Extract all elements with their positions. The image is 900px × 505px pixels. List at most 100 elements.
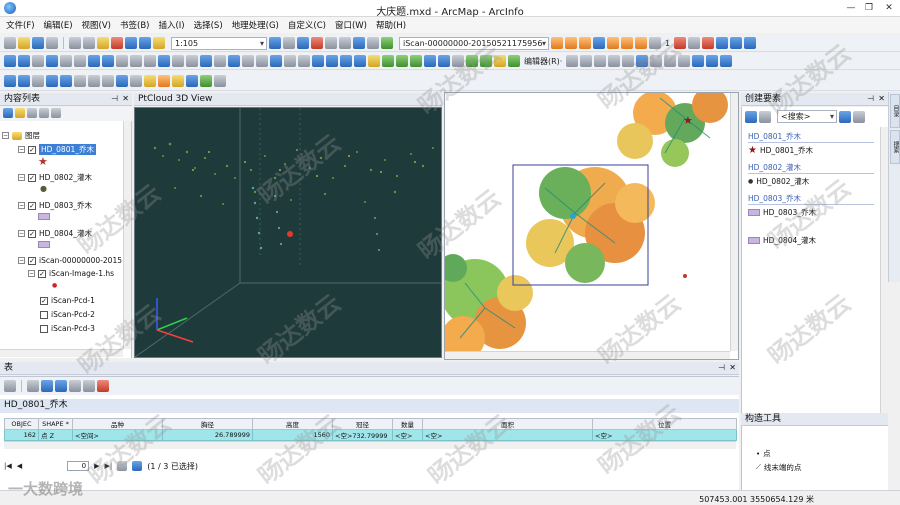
layer-checkbox[interactable]: ✓: [28, 173, 36, 182]
table-horizontal-scrollbar[interactable]: [4, 441, 736, 449]
cut-icon[interactable]: [69, 37, 81, 49]
find-icon[interactable]: [214, 55, 226, 67]
find-route-icon[interactable]: [228, 55, 240, 67]
layer-checkbox[interactable]: [40, 310, 48, 319]
fixed-zoom-in-icon[interactable]: [60, 55, 72, 67]
column-header[interactable]: 品种: [72, 418, 163, 430]
table-grid-icon[interactable]: [102, 74, 114, 87]
layer-swipe-icon[interactable]: [424, 55, 436, 67]
collapse-icon[interactable]: −: [18, 230, 25, 237]
layer-name[interactable]: HD_0802_灌木: [39, 172, 92, 183]
show-all-records-icon[interactable]: [117, 461, 128, 471]
tree-icon[interactable]: [480, 55, 492, 67]
layer-visibility-icon[interactable]: [284, 55, 296, 67]
last-record-button[interactable]: ▶|: [105, 462, 113, 470]
open-folder-icon[interactable]: [18, 37, 30, 49]
rotate-icon[interactable]: [452, 55, 464, 67]
map-display[interactable]: ★: [444, 92, 739, 360]
delete-icon[interactable]: [111, 37, 123, 49]
pin-icon[interactable]: ⊣: [718, 362, 725, 374]
toc-layer-row[interactable]: − ✓ HD_0802_灌木: [18, 172, 92, 183]
ellipse-icon[interactable]: [508, 55, 520, 67]
toc-root[interactable]: − 图层: [2, 130, 40, 141]
reshape-icon[interactable]: [636, 55, 649, 67]
search-tab[interactable]: 搜索: [890, 130, 900, 164]
table-row[interactable]: 162 点 Z <空间> 26.789999 1560 <空>732.79999…: [4, 429, 737, 441]
menu-help[interactable]: 帮助(H): [376, 19, 406, 31]
trace-icon[interactable]: [622, 55, 635, 67]
previous-record-button[interactable]: ◀: [17, 462, 22, 470]
toc-layer-row[interactable]: − ✓ HD_0804_灌木: [18, 228, 92, 239]
layer-name[interactable]: HD_0804_灌木: [39, 228, 92, 239]
add-point-icon[interactable]: [326, 55, 338, 67]
add-polyline-icon[interactable]: [340, 55, 352, 67]
close-icon[interactable]: ✕: [878, 93, 885, 105]
close-icon[interactable]: ✕: [729, 362, 736, 374]
collapse-icon[interactable]: −: [2, 132, 9, 139]
globe-view-icon[interactable]: [438, 55, 450, 67]
table-cell[interactable]: 点 Z: [38, 429, 73, 441]
collapse-icon[interactable]: −: [18, 202, 25, 209]
toc-layer-row[interactable]: − ✓ iScan-00000000-2015: [18, 256, 122, 265]
toc-layer-row[interactable]: ✓ iScan-Pcd-1: [40, 296, 95, 305]
feature-template[interactable]: HD_0803_乔木: [748, 207, 816, 218]
select-features-icon[interactable]: [116, 55, 128, 67]
toc-horizontal-scrollbar[interactable]: [0, 349, 123, 357]
identify-icon[interactable]: [158, 55, 170, 67]
layer-name[interactable]: iScan-Image-1.hs: [49, 269, 114, 278]
tiles-icon[interactable]: [116, 74, 128, 87]
organize-templates-icon[interactable]: [745, 110, 757, 123]
grid-icon[interactable]: [32, 74, 44, 87]
first-record-button[interactable]: |◀: [4, 462, 12, 470]
last-frame-icon[interactable]: [635, 37, 647, 49]
step-forward-icon[interactable]: [593, 37, 605, 49]
folder-add-icon[interactable]: [172, 74, 184, 87]
scan-selector-combo[interactable]: iScan-00000000-20150521175956: [399, 36, 549, 50]
zoom-in-icon[interactable]: [4, 55, 16, 67]
next-frame-icon[interactable]: [621, 37, 633, 49]
python-window-icon[interactable]: [339, 37, 351, 49]
template-options-icon[interactable]: [853, 110, 865, 123]
templates-scrollbar[interactable]: [880, 127, 888, 415]
layer-name[interactable]: HD_0803_乔木: [39, 200, 92, 211]
related-tables-icon[interactable]: [27, 380, 39, 392]
zoom-out-icon[interactable]: [18, 55, 30, 67]
list-by-source-icon[interactable]: [15, 108, 25, 118]
redo-icon[interactable]: [139, 37, 151, 49]
lock-icon[interactable]: [494, 55, 506, 67]
tile-icon[interactable]: [74, 74, 86, 87]
next-record-button[interactable]: ▶: [94, 462, 99, 470]
light-icon[interactable]: [688, 37, 701, 49]
layer-name[interactable]: iScan-Pcd-3: [51, 324, 95, 333]
table-cell[interactable]: 162: [4, 429, 39, 441]
straight-segment-icon[interactable]: [594, 55, 607, 67]
create-viewer-icon[interactable]: [270, 55, 282, 67]
print-icon[interactable]: [46, 37, 58, 49]
attributes-icon[interactable]: [368, 55, 380, 67]
table-cell[interactable]: <空>732.79999: [332, 429, 393, 441]
ptcloud-3d-view[interactable]: [134, 107, 442, 358]
previous-frame-icon[interactable]: [565, 37, 577, 49]
multi-view-icon[interactable]: [88, 74, 100, 87]
column-header[interactable]: 位置: [592, 418, 737, 430]
point-cloud-classify-icon[interactable]: [382, 55, 394, 67]
profile-icon[interactable]: [46, 74, 58, 87]
column-header[interactable]: 冠径: [332, 418, 393, 430]
help-icon[interactable]: [716, 37, 729, 49]
search-window-icon[interactable]: [311, 37, 323, 49]
tree-detect-icon[interactable]: [410, 55, 422, 67]
menu-selection[interactable]: 选择(S): [194, 19, 223, 31]
table-cell[interactable]: <空>: [422, 429, 593, 441]
collapse-icon[interactable]: −: [18, 146, 25, 153]
toc-layer-row[interactable]: iScan-Pcd-3: [40, 324, 95, 333]
point-cloud-tools-icon[interactable]: [381, 37, 393, 49]
menu-windows[interactable]: 窗口(W): [335, 19, 367, 31]
layer-tools-icon[interactable]: [367, 37, 379, 49]
first-frame-icon[interactable]: [551, 37, 563, 49]
step-back-icon[interactable]: [579, 37, 591, 49]
layer-name[interactable]: iScan-00000000-2015: [39, 256, 122, 265]
select-elements-icon[interactable]: [144, 55, 156, 67]
map-vertical-scrollbar[interactable]: [730, 93, 738, 351]
layer-checkbox[interactable]: ✓: [28, 229, 36, 238]
clear-selection-icon[interactable]: [130, 55, 142, 67]
